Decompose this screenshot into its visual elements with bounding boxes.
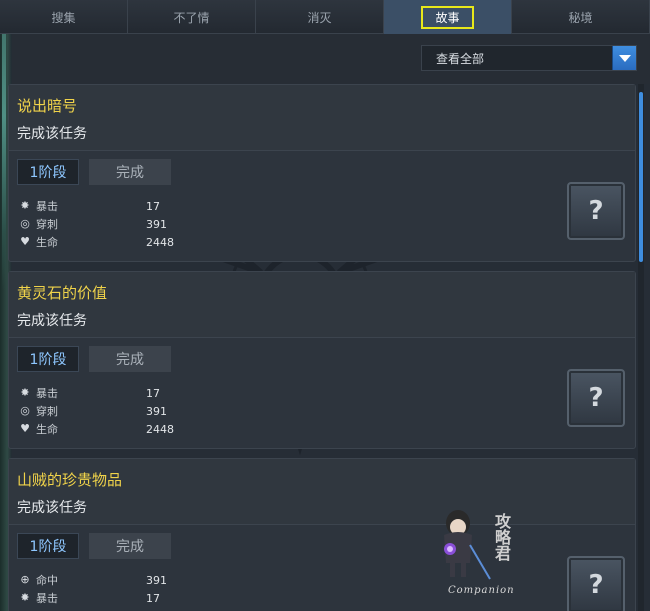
filter-dropdown[interactable]: 查看全部 xyxy=(421,45,637,71)
complete-button[interactable]: 完成 xyxy=(89,159,171,185)
stat-name: 暴击 xyxy=(36,592,58,605)
stat-name: 生命 xyxy=(36,423,58,436)
tab-affection[interactable]: 不了情 xyxy=(128,0,256,34)
tab-label: 搜集 xyxy=(51,10,76,25)
tab-eliminate[interactable]: 消灭 xyxy=(256,0,384,34)
chevron-down-icon[interactable] xyxy=(612,46,636,70)
crit-icon: ✸ xyxy=(20,199,30,212)
stat-value: 17 xyxy=(146,386,160,400)
stat-value: 391 xyxy=(146,573,167,587)
accuracy-icon: ⊕ xyxy=(20,573,30,586)
heart-icon: ♥ xyxy=(20,422,30,435)
stat-row: ◎ 穿刺 391 xyxy=(19,215,179,233)
stat-name: 穿刺 xyxy=(36,218,58,231)
stat-name: 生命 xyxy=(36,236,58,249)
quest-title: 说出暗号 xyxy=(17,97,78,115)
unknown-reward-icon: ? xyxy=(588,383,604,413)
stat-list: ⊕ 命中 391 ✸ 暴击 17 xyxy=(19,571,179,607)
scrollbar-thumb[interactable] xyxy=(639,92,643,262)
stat-name: 暴击 xyxy=(36,200,58,213)
quest-header: 说出暗号 完成该任务 xyxy=(9,85,635,151)
quest-description: 完成该任务 xyxy=(17,126,87,142)
quest-header: 山贼的珍贵物品 完成该任务 xyxy=(9,459,635,525)
tab-label: 消灭 xyxy=(307,10,332,25)
tab-label: 故事 xyxy=(421,5,474,29)
quest-list[interactable]: 说出暗号 完成该任务 1阶段 完成 ✸ 暴击 17 ◎ 穿刺 391 ♥ 生命 2448 ?… xyxy=(8,84,636,611)
stat-row: ✸ 暴击 17 xyxy=(19,589,179,607)
stage-button[interactable]: 1阶段 xyxy=(17,533,79,559)
quest-card: 说出暗号 完成该任务 1阶段 完成 ✸ 暴击 17 ◎ 穿刺 391 ♥ 生命 2448 ? xyxy=(8,84,636,262)
crit-icon: ✸ xyxy=(20,386,30,399)
complete-button[interactable]: 完成 xyxy=(89,346,171,372)
stat-value: 17 xyxy=(146,199,160,213)
reward-slot[interactable]: ? xyxy=(567,556,625,611)
stat-value: 2448 xyxy=(146,235,174,249)
unknown-reward-icon: ? xyxy=(588,570,604,600)
quest-title: 山贼的珍贵物品 xyxy=(17,471,123,489)
tab-collect[interactable]: 搜集 xyxy=(0,0,128,34)
stat-name: 暴击 xyxy=(36,387,58,400)
stat-value: 17 xyxy=(146,591,160,605)
quest-description: 完成该任务 xyxy=(17,500,87,516)
stat-row: ♥ 生命 2448 xyxy=(19,420,179,438)
stat-value: 2448 xyxy=(146,422,174,436)
stat-name: 穿刺 xyxy=(36,405,58,418)
stage-button[interactable]: 1阶段 xyxy=(17,346,79,372)
stat-value: 391 xyxy=(146,404,167,418)
stage-row: 1阶段 完成 xyxy=(17,159,171,185)
complete-button[interactable]: 完成 xyxy=(89,533,171,559)
stat-row: ◎ 穿刺 391 xyxy=(19,402,179,420)
quest-card: 黄灵石的价值 完成该任务 1阶段 完成 ✸ 暴击 17 ◎ 穿刺 391 ♥ 生命 2448… xyxy=(8,271,636,449)
stage-row: 1阶段 完成 xyxy=(17,346,171,372)
stat-row: ✸ 暴击 17 xyxy=(19,197,179,215)
tab-label: 不了情 xyxy=(173,10,210,25)
reward-slot[interactable]: ? xyxy=(567,369,625,427)
quest-title: 黄灵石的价值 xyxy=(17,284,108,302)
stage-button[interactable]: 1阶段 xyxy=(17,159,79,185)
quest-header: 黄灵石的价值 完成该任务 xyxy=(9,272,635,338)
reward-slot[interactable]: ? xyxy=(567,182,625,240)
tab-story[interactable]: 故事 xyxy=(384,0,512,34)
filter-selected: 查看全部 xyxy=(436,51,485,66)
stat-value: 391 xyxy=(146,217,167,231)
stage-row: 1阶段 完成 xyxy=(17,533,171,559)
stat-list: ✸ 暴击 17 ◎ 穿刺 391 ♥ 生命 2448 xyxy=(19,384,179,438)
stat-row: ♥ 生命 2448 xyxy=(19,233,179,251)
tab-secret-realm[interactable]: 秘境 xyxy=(512,0,650,34)
unknown-reward-icon: ? xyxy=(588,196,604,226)
stat-list: ✸ 暴击 17 ◎ 穿刺 391 ♥ 生命 2448 xyxy=(19,197,179,251)
pierce-icon: ◎ xyxy=(20,404,30,417)
crit-icon: ✸ xyxy=(20,591,30,604)
tab-label: 秘境 xyxy=(568,10,593,25)
quest-card: 山贼的珍贵物品 完成该任务 1阶段 完成 ⊕ 命中 391 ✸ 暴击 17 ? xyxy=(8,458,636,611)
stat-row: ✸ 暴击 17 xyxy=(19,384,179,402)
quest-description: 完成该任务 xyxy=(17,313,87,329)
category-tabs: 搜集 不了情 消灭 故事 秘境 xyxy=(0,0,650,34)
pierce-icon: ◎ xyxy=(20,217,30,230)
heart-icon: ♥ xyxy=(20,235,30,248)
stat-row: ⊕ 命中 391 xyxy=(19,571,179,589)
stat-name: 命中 xyxy=(36,574,58,587)
achievement-window: 搜集 不了情 消灭 故事 秘境 查看全部 说出暗号 完成该任务 1阶段 完成 ✸… xyxy=(0,0,650,611)
